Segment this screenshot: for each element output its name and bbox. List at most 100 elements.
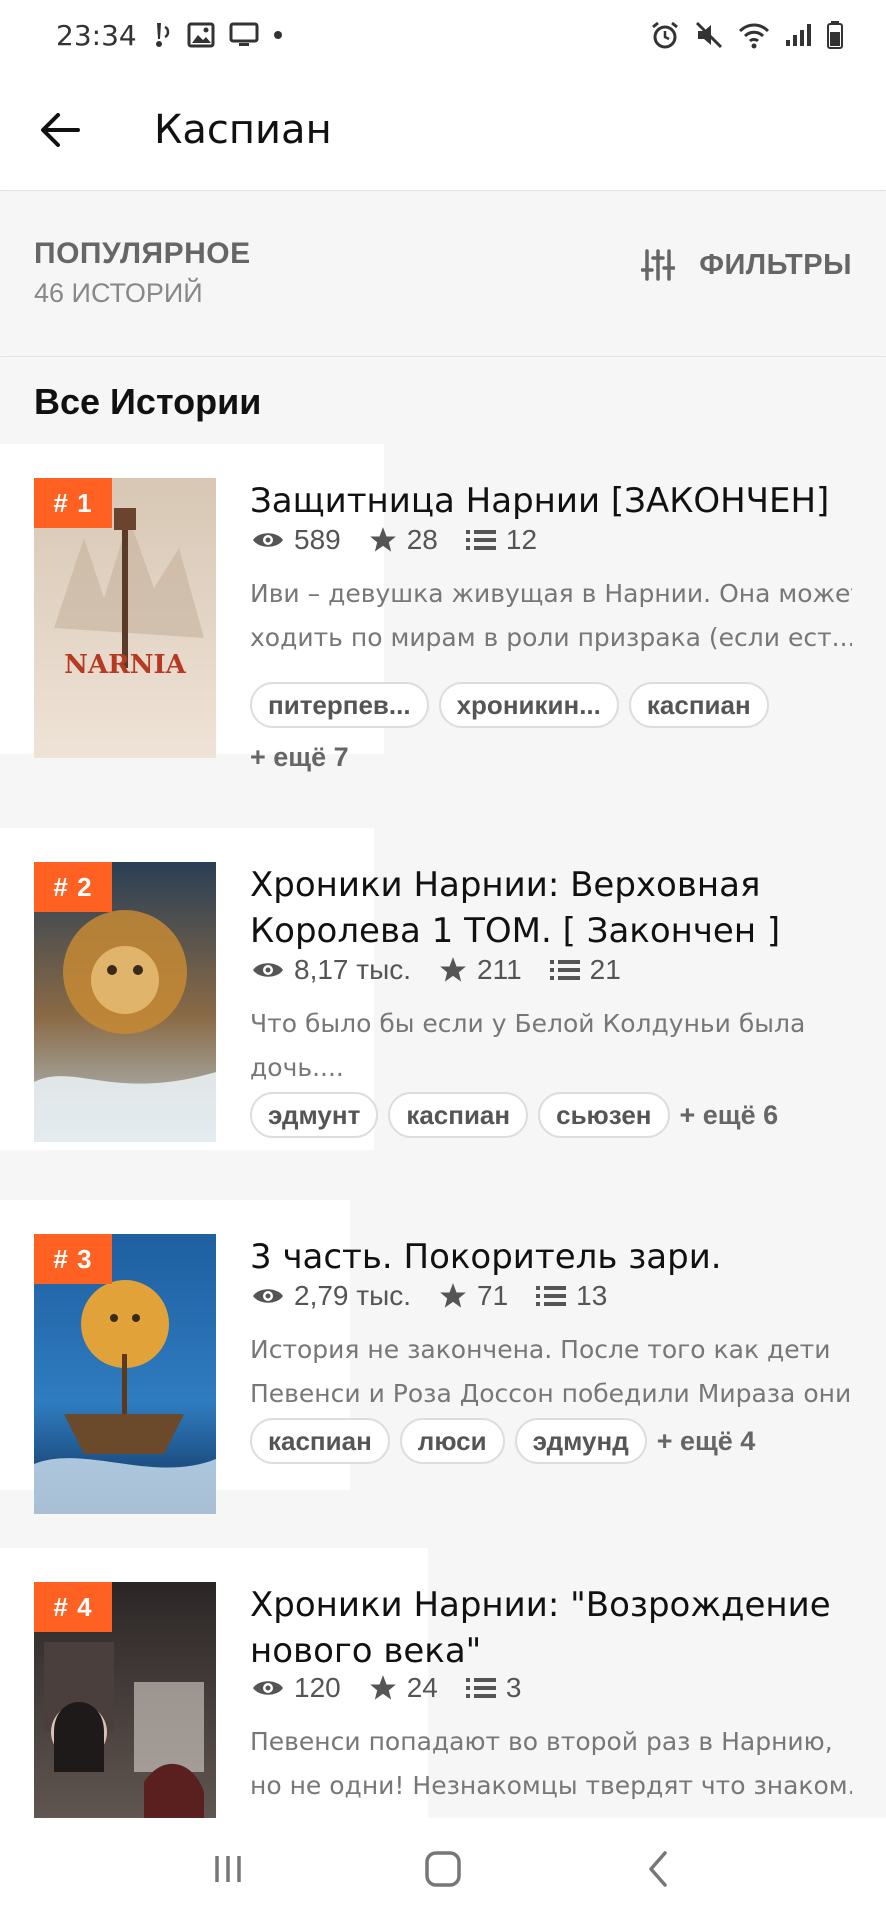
recents-icon bbox=[214, 1856, 241, 1882]
mute-icon bbox=[694, 20, 724, 50]
parts-stat: 21 bbox=[549, 954, 621, 986]
rank-badge: # 1 bbox=[34, 478, 112, 528]
description-line: дочь.... bbox=[250, 1053, 344, 1082]
parts-stat: 12 bbox=[465, 524, 538, 556]
tag-chip[interactable]: питерпев... bbox=[250, 682, 429, 728]
story-title-line: Хроники Нарнии: Верховная bbox=[250, 865, 761, 905]
eye-icon bbox=[253, 963, 283, 977]
votes-count: 24 bbox=[406, 1672, 438, 1703]
story-card[interactable]: # 4 Хроники Нарнии: "Возрождение нового … bbox=[0, 1548, 886, 1818]
tag-list: питерпев... хроникин... каспиан bbox=[250, 682, 779, 728]
app-bar: Каспиан bbox=[0, 70, 886, 191]
story-cover[interactable]: # 4 bbox=[34, 1582, 216, 1818]
list-icon bbox=[465, 1678, 496, 1698]
description-line: ходить по мирам в роли призрака (если ес… bbox=[250, 623, 852, 652]
star-icon bbox=[440, 1283, 466, 1308]
back-icon bbox=[649, 1851, 668, 1887]
story-cover[interactable]: NARNIA # 1 bbox=[34, 478, 216, 758]
story-card[interactable]: NARNIA # 1 Защитница Нарнии [ЗАКОНЧЕН] 5… bbox=[0, 444, 886, 774]
status-bar: 23:34 bbox=[0, 0, 886, 70]
description-line: Певенси и Роза Доссон победили Мираза он… bbox=[250, 1379, 852, 1408]
recents-button[interactable] bbox=[188, 1829, 268, 1909]
story-stats: 120 24 3 bbox=[252, 1672, 549, 1704]
sliders-icon bbox=[641, 249, 676, 281]
list-icon bbox=[465, 530, 496, 550]
rank-badge: # 3 bbox=[34, 1234, 112, 1284]
tag-chip[interactable]: каспиан bbox=[388, 1092, 529, 1138]
section-title: Все Истории bbox=[34, 381, 262, 422]
story-title[interactable]: 3 часть. Покоритель зари. bbox=[250, 1234, 836, 1280]
votes-stat: 71 bbox=[439, 1280, 508, 1312]
parts-stat: 13 bbox=[536, 1280, 607, 1312]
notification-dot-icon bbox=[151, 21, 173, 49]
sort-bar: ПОПУЛЯРНОЕ 46 ИСТОРИЙ ФИЛЬТРЫ bbox=[0, 192, 886, 357]
signal-icon bbox=[784, 22, 812, 48]
system-back-button[interactable] bbox=[618, 1829, 698, 1909]
story-description: Певенси попадают во второй раз в Нарнию,… bbox=[250, 1720, 852, 1808]
status-time: 23:34 bbox=[56, 18, 137, 52]
story-card[interactable]: # 2 Хроники Нарнии: Верховная Королева 1… bbox=[0, 828, 886, 1168]
tag-chip[interactable]: люси bbox=[399, 1418, 505, 1464]
story-stats: 8,17 тыс. 211 21 bbox=[252, 954, 649, 986]
description-line: Что было бы если у Белой Колдуньи была bbox=[250, 1009, 806, 1038]
story-description: Что было бы если у Белой Колдуньи была д… bbox=[250, 1002, 852, 1090]
reads-count: 589 bbox=[294, 524, 341, 555]
tag-chip[interactable]: хроникин... bbox=[438, 682, 619, 728]
back-button[interactable] bbox=[30, 100, 90, 160]
tag-chip[interactable]: каспиан bbox=[628, 682, 769, 728]
tag-chip[interactable]: эдмунт bbox=[250, 1092, 379, 1138]
parts-count: 13 bbox=[576, 1280, 608, 1311]
filters-button[interactable]: ФИЛЬТРЫ bbox=[641, 248, 852, 282]
home-icon bbox=[425, 1851, 461, 1887]
reads-stat: 2,79 тыс. bbox=[252, 1280, 411, 1312]
alarm-icon bbox=[650, 20, 680, 50]
story-card[interactable]: # 3 3 часть. Покоритель зари. 2,79 тыс. … bbox=[0, 1200, 886, 1514]
more-tags-link[interactable]: + ещё 6 bbox=[680, 1100, 779, 1131]
eye-icon bbox=[253, 533, 283, 547]
story-title[interactable]: Хроники Нарнии: Верховная Королева 1 ТОМ… bbox=[250, 862, 836, 954]
reads-count: 120 bbox=[294, 1672, 341, 1703]
reads-count: 8,17 тыс. bbox=[294, 954, 412, 985]
story-title[interactable]: Защитница Нарнии [ЗАКОНЧЕН] bbox=[250, 478, 836, 524]
story-title-line: нового века" bbox=[250, 1631, 482, 1671]
more-tags-link[interactable]: + ещё 4 bbox=[657, 1426, 756, 1457]
story-stats: 589 28 12 bbox=[252, 524, 565, 556]
tag-list: каспиан люси эдмунд + ещё 4 bbox=[250, 1418, 755, 1464]
status-right bbox=[650, 20, 844, 50]
votes-count: 71 bbox=[477, 1280, 509, 1311]
votes-stat: 28 bbox=[369, 524, 438, 556]
tag-chip[interactable]: эдмунд bbox=[514, 1418, 647, 1464]
tag-chip[interactable]: сьюзен bbox=[538, 1092, 670, 1138]
eye-icon bbox=[253, 1289, 283, 1303]
home-button[interactable] bbox=[403, 1829, 483, 1909]
parts-count: 12 bbox=[505, 524, 538, 555]
story-stats: 2,79 тыс. 71 13 bbox=[252, 1280, 635, 1312]
story-title[interactable]: Хроники Нарнии: "Возрождение нового века… bbox=[250, 1582, 836, 1674]
page-title: Каспиан bbox=[154, 107, 332, 153]
status-left: 23:34 bbox=[56, 19, 283, 52]
description-line: История не закончена. После того как дет… bbox=[250, 1335, 831, 1364]
votes-stat: 211 bbox=[439, 954, 522, 986]
tag-list: эдмунт каспиан сьюзен + ещё 6 bbox=[250, 1092, 778, 1138]
story-description: История не закончена. После того как дет… bbox=[250, 1328, 852, 1416]
dot-icon bbox=[273, 30, 283, 40]
story-cover[interactable]: # 3 bbox=[34, 1234, 216, 1514]
parts-stat: 3 bbox=[465, 1672, 522, 1704]
parts-count: 3 bbox=[505, 1672, 522, 1703]
more-tags-link[interactable]: + ещё 7 bbox=[250, 742, 349, 773]
tag-chip[interactable]: каспиан bbox=[250, 1418, 390, 1464]
image-icon bbox=[187, 22, 215, 48]
more-tags-row: + ещё 7 bbox=[250, 742, 349, 773]
sort-title[interactable]: ПОПУЛЯРНОЕ bbox=[34, 237, 251, 271]
star-icon bbox=[369, 527, 396, 552]
story-title-line: Королева 1 ТОМ. [ Закончен ] bbox=[250, 911, 781, 951]
votes-count: 211 bbox=[477, 954, 522, 985]
story-title-line: Защитница Нарнии [ЗАКОНЧЕН] bbox=[250, 481, 830, 521]
rank-badge: # 4 bbox=[34, 1582, 112, 1632]
description-line: Иви – девушка живущая в Нарнии. Она може… bbox=[250, 579, 852, 608]
wifi-icon bbox=[738, 21, 770, 49]
votes-stat: 24 bbox=[369, 1672, 438, 1704]
list-icon bbox=[536, 1286, 567, 1306]
story-cover[interactable]: # 2 bbox=[34, 862, 216, 1142]
story-description: Иви – девушка живущая в Нарнии. Она може… bbox=[250, 572, 852, 660]
